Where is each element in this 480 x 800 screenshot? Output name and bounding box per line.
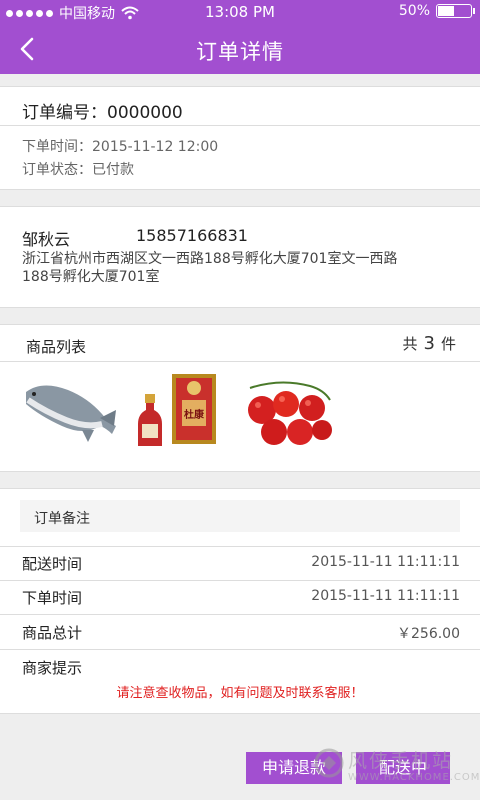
fish-icon [26,385,116,442]
goods-count-number: 3 [423,333,435,354]
status-bar: 中国移动 13:08 PM 50% [0,0,480,24]
goods-count: 共 3 件 [403,333,456,354]
watermark-logo-icon [314,748,344,778]
order-number-label: 订单编号： [22,103,107,123]
goods-total-label: 商品总计 [22,624,83,642]
delivery-time-value: 2015-11-11 11:11:11 [311,554,460,570]
nav-bar: 订单详情 [0,24,480,74]
battery-percent: 50% [398,3,430,19]
order-status-label: 订单状态： [22,162,92,178]
order-time-value: 2015-11-12 12:00 [92,139,219,155]
goods-total-value: ￥256.00 [397,626,460,642]
order-number: 订单编号：0000000 [22,98,183,123]
merchant-tip-text: 请注意查收物品，如有问题及时联系客服！ [116,686,364,701]
order-status: 订单状态：已付款 [22,159,134,179]
order-time-row-value: 2015-11-11 11:11:11 [311,588,460,604]
goods-thumb-fish[interactable] [22,370,118,454]
status-right: 50% [398,3,475,19]
order-time: 下单时间：2015-11-12 12:00 [22,136,218,156]
delivery-time-label: 配送时间 [22,555,83,573]
goods-list-title: 商品列表 [26,338,87,356]
tomatoes-icon [248,381,332,445]
goods-count-suffix: 件 [440,335,456,353]
liquor-box-label: 杜康 [184,410,204,421]
page-title: 订单详情 [196,40,284,64]
order-status-value: 已付款 [92,162,134,178]
order-remark-title: 订单备注 [34,511,90,527]
customer-phone: 15857166831 [136,226,248,245]
order-number-value: 0000000 [107,103,183,123]
order-remark-box[interactable]: 订单备注 [20,500,460,532]
customer-address: 浙江省杭州市西湖区文一西路188号孵化大厦701室文一西路188号孵化大厦701… [22,251,398,285]
watermark-url: WWW.HACKHOME.COM [348,772,480,783]
merchant-tip-label: 商家提示 [22,659,83,677]
liquor-box-icon [138,374,216,446]
battery-icon [436,4,475,18]
watermark: 风侠手机站 WWW.HACKHOME.COM [314,744,479,794]
watermark-text: 风侠手机站 [348,750,454,772]
goods-thumb-baijiu[interactable]: 杜康 [132,370,228,454]
order-time-label: 下单时间： [22,139,92,155]
customer-name: 邹秋云 [22,230,71,249]
goods-thumb-tomatoes[interactable] [240,370,336,454]
goods-count-prefix: 共 [402,335,418,353]
order-time-row-label: 下单时间 [22,589,83,607]
